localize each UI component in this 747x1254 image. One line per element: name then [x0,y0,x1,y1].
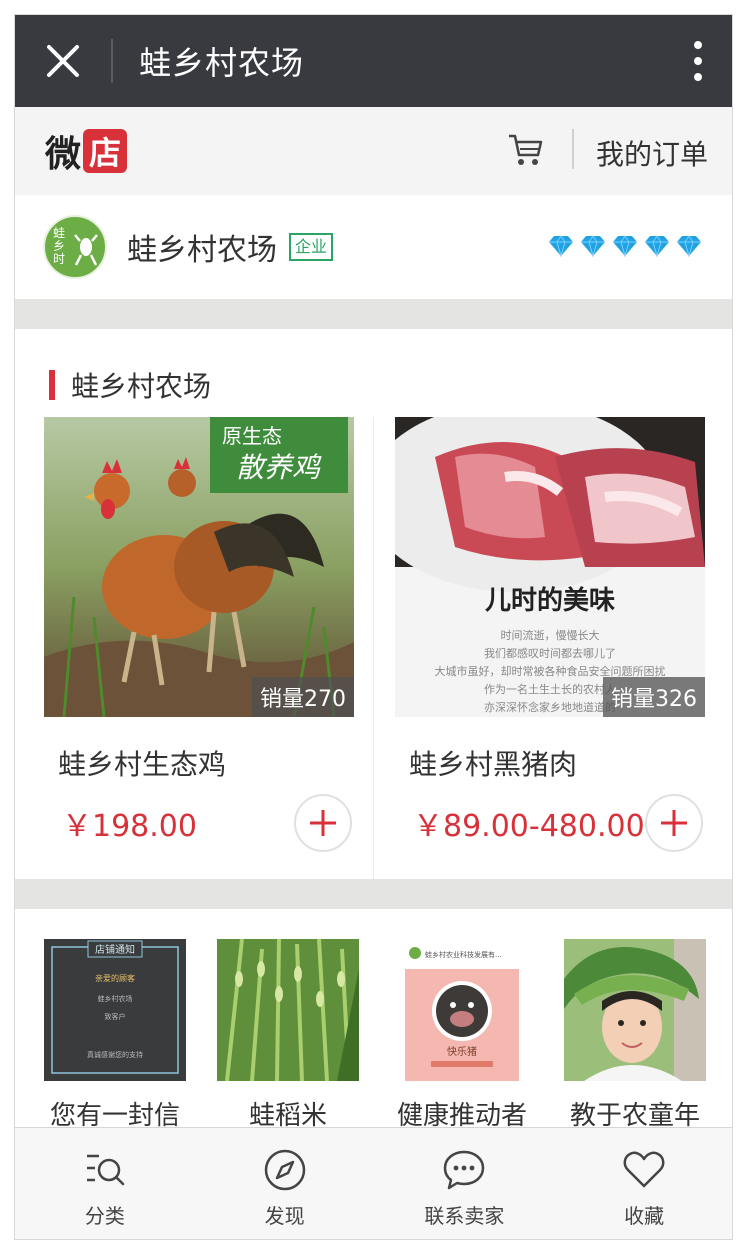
poster-line: 大城市虽好，却时常被各种食品安全问题所困扰 [435,664,666,678]
notice-line: 致客户 [105,1012,126,1021]
shop-rating [548,235,702,257]
plus-icon [661,810,687,836]
rec-item[interactable]: 店铺通知 亲爱的顾客 蛙乡村农场 致客户 真诚感谢您的支持 您有一封信 [44,939,186,1132]
store-header: 微 店 我的订单 [15,107,732,195]
banner-line1: 原生态 [222,424,282,448]
nav-label: 收藏 [624,1204,665,1228]
sales-count: 销量270 [252,677,354,717]
poster-line: 我们都感叹时间都去哪儿了 [484,646,616,660]
bottom-nav: 分类 发现 联系卖家 收藏 [15,1127,732,1239]
close-icon [47,45,79,77]
page-title: 蛙乡村农场 [139,44,305,82]
more-options-button[interactable] [686,37,710,85]
nav-label: 联系卖家 [424,1204,505,1228]
product-name[interactable]: 蛙乡村黑猪肉 [409,743,705,783]
header-divider [572,129,574,169]
product-card[interactable]: 儿时的美味 时间流逝，慢慢长大 我们都感叹时间都去哪儿了 大城市虽好，却时常被各… [395,417,705,852]
nav-discover[interactable]: 发现 [195,1128,375,1239]
recommendation-strip: 店铺通知 亲爱的顾客 蛙乡村农场 致客户 真诚感谢您的支持 您有一封信 蛙稻米 … [15,909,732,1131]
poster-line: 时间流逝，慢慢长大 [501,628,600,642]
shop-avatar[interactable]: 蛙乡时 [43,215,107,279]
product-image-pork[interactable]: 儿时的美味 时间流逝，慢慢长大 我们都感叹时间都去哪儿了 大城市虽好，却时常被各… [395,417,705,717]
notice-title: 店铺通知 [95,943,135,956]
section-spacer [15,879,732,909]
frog-logo-icon [74,234,98,266]
title-bar: 蛙乡村农场 [15,15,732,107]
product-card[interactable]: 原生态 散养鸡 销量270 蛙乡村生态鸡 ￥198.00 [44,417,354,852]
avatar-text: 蛙乡时 [53,226,66,266]
rice-plant-image [217,939,359,1081]
nav-favorites[interactable]: 收藏 [554,1128,732,1239]
poster-line: 作为一名土生土长的农村人 [484,682,616,696]
more-vertical-icon [694,41,702,49]
diamond-icon [613,235,637,257]
heart-icon [623,1151,665,1188]
category-search-icon [86,1154,125,1186]
product-section: 蛙乡村农场 原生态 散养鸡 销量270 蛙乡村生态鸡 ￥198.00 儿时的美味… [15,329,732,879]
more-dot [694,73,702,81]
add-to-cart-button[interactable] [645,794,703,852]
enterprise-badge: 企业 [289,233,334,261]
pig-image-tag: 快乐猪 [447,1046,477,1058]
diamond-icon [549,235,573,257]
rec-image-letter[interactable]: 店铺通知 亲爱的顾客 蛙乡村农场 致客户 真诚感谢您的支持 [44,939,186,1081]
notice-line: 蛙乡村农场 [98,994,133,1003]
pig-image-caption: 蛙乡村农业科技发展有... [425,950,502,959]
cart-button[interactable] [506,129,546,169]
boy-portrait-image [564,939,706,1081]
nav-label: 发现 [264,1204,305,1228]
shop-info-bar[interactable]: 蛙乡时 蛙乡村农场 企业 [15,195,732,299]
app-frame: 蛙乡村农场 微 店 我的订单 蛙乡时 蛙乡村农场 企业 蛙乡村农场 原生态 散养… [14,14,733,1240]
chicken-photo: 原生态 散养鸡 [44,417,354,717]
add-to-cart-button[interactable] [294,794,352,852]
happy-pig-image: 蛙乡村农业科技发展有... 快乐猪 [391,939,533,1081]
notice-line: 真诚感谢您的支持 [87,1050,143,1059]
product-name[interactable]: 蛙乡村生态鸡 [58,743,354,783]
section-title: 蛙乡村农场 [49,365,211,405]
rec-image-pig[interactable]: 蛙乡村农业科技发展有... 快乐猪 [391,939,533,1081]
diamond-icon [645,235,669,257]
diamond-icon [581,235,605,257]
nav-category[interactable]: 分类 [15,1128,195,1239]
logo-wei-text: 微 [45,134,82,175]
product-price: ￥89.00-480.00 [413,809,645,844]
rec-item[interactable]: 蛙乡村农业科技发展有... 快乐猪 健康推动者 [391,939,533,1132]
chat-bubble-icon [444,1150,485,1190]
shop-name: 蛙乡村农场 [127,233,277,268]
nav-contact-seller[interactable]: 联系卖家 [375,1128,555,1239]
nav-label: 分类 [84,1204,125,1228]
column-divider [373,417,374,879]
plus-icon [310,810,336,836]
notice-board-image: 店铺通知 亲爱的顾客 蛙乡村农场 致客户 真诚感谢您的支持 [44,939,186,1081]
diamond-icon [677,235,701,257]
sales-count: 销量326 [603,677,705,717]
product-price: ￥198.00 [62,809,197,844]
poster-line: 亦深深怀念家乡地地道道的 [484,700,616,714]
section-accent-bar [49,370,55,400]
notice-line: 亲爱的顾客 [95,973,135,983]
my-orders-link[interactable]: 我的订单 [596,133,708,173]
close-button[interactable] [15,15,111,107]
more-dot [694,57,702,65]
rec-item[interactable]: 教于农童年 [564,939,706,1132]
compass-icon [264,1149,305,1191]
product-image-chicken[interactable]: 原生态 散养鸡 销量270 [44,417,354,717]
cart-icon [509,134,543,165]
rec-item[interactable]: 蛙稻米 [217,939,359,1132]
pork-poster: 儿时的美味 时间流逝，慢慢长大 我们都感叹时间都去哪儿了 大城市虽好，却时常被各… [395,417,705,717]
rec-image-rice[interactable] [217,939,359,1081]
poster-title: 儿时的美味 [485,585,615,616]
section-spacer [15,299,732,329]
section-title-text: 蛙乡村农场 [71,370,212,403]
title-divider [111,39,113,83]
rec-image-boy[interactable] [564,939,706,1081]
logo-dian-text: 店 [83,129,128,173]
weidian-logo[interactable]: 微 店 [45,125,128,177]
banner-line2: 散养鸡 [236,451,322,484]
